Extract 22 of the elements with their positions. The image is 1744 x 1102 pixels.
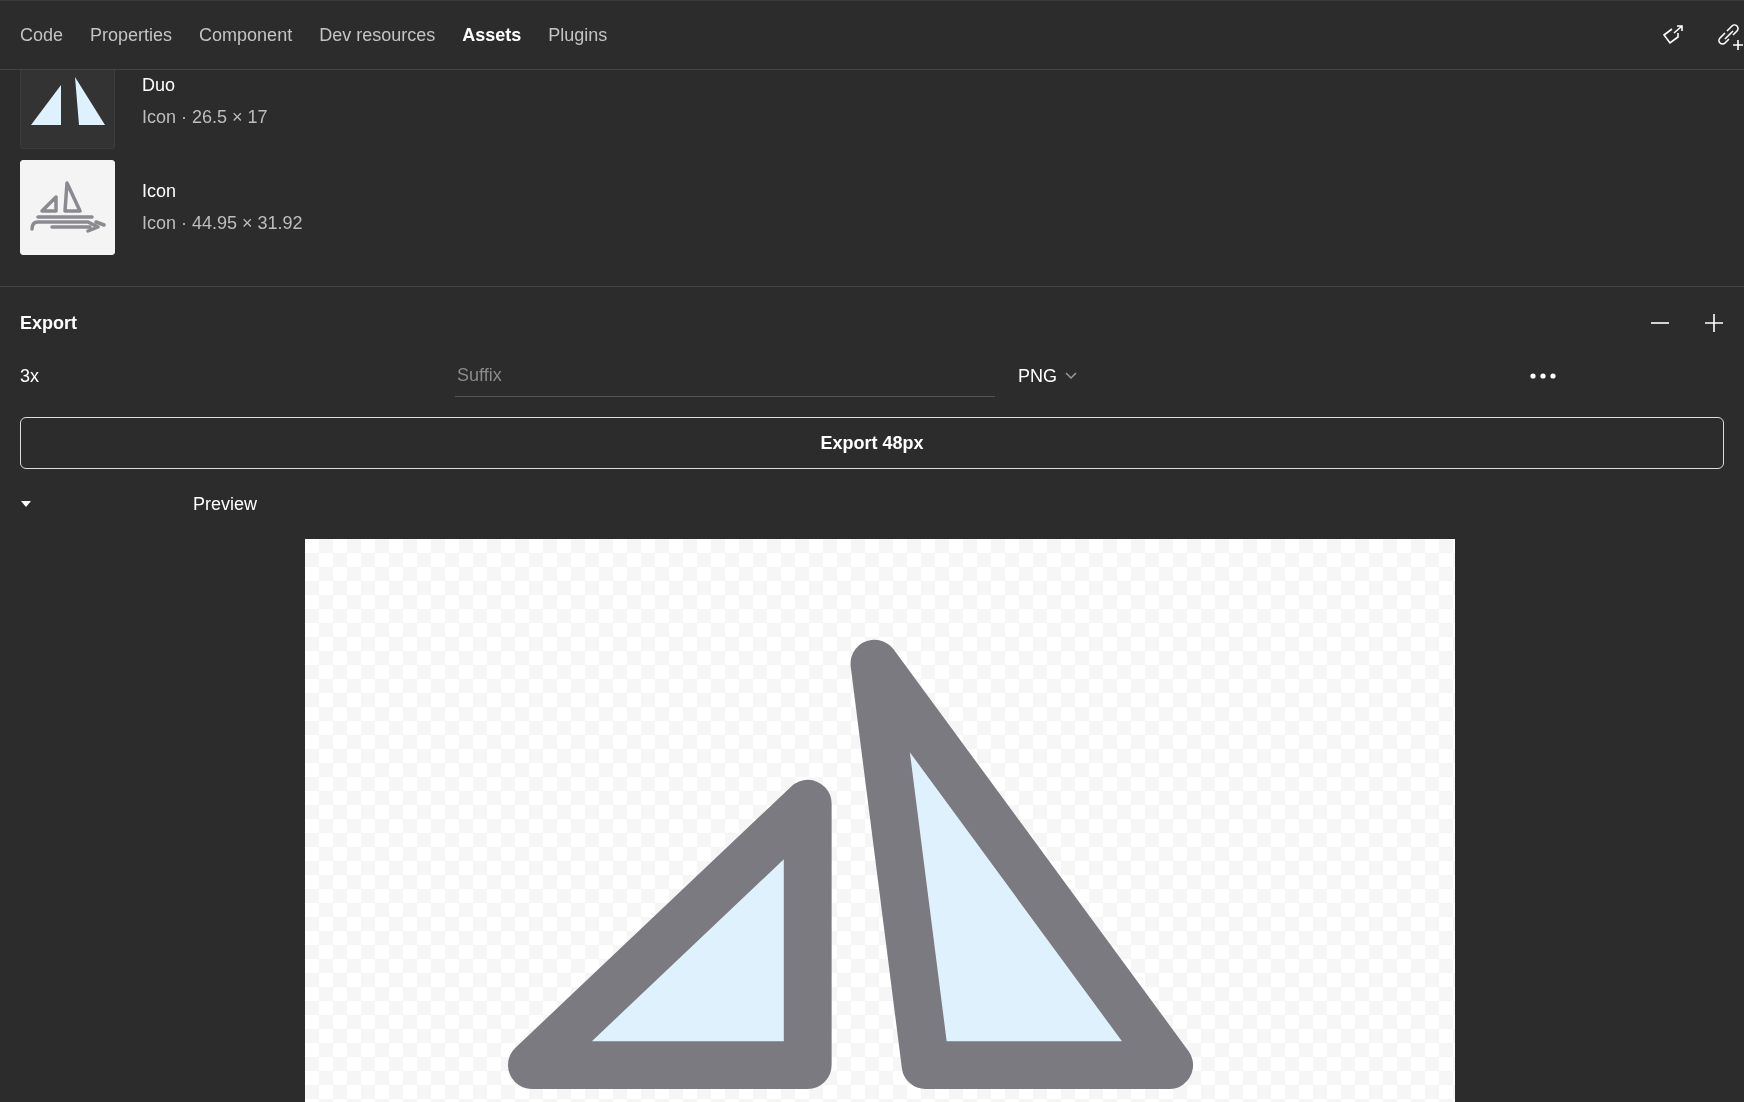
panel-tab[interactable]: Code <box>20 24 64 46</box>
panel-tab[interactable]: Assets <box>462 24 522 46</box>
chevron-down-icon <box>1065 372 1077 380</box>
section-title: Export <box>20 312 78 334</box>
plus-icon[interactable] <box>1704 313 1724 333</box>
asset-details: Icon · 44.95 × 31.92 <box>142 213 303 234</box>
panel-tab[interactable]: Component <box>199 24 293 46</box>
sailboat-icon <box>29 180 106 235</box>
asset-name: Duo <box>142 75 177 96</box>
panel-tab[interactable]: Plugins <box>548 24 608 46</box>
panel-tab[interactable]: Dev resources <box>319 24 436 46</box>
sails-icon <box>30 76 105 127</box>
more-icon[interactable] <box>1530 373 1556 379</box>
scale-value[interactable]: 3x <box>20 365 455 387</box>
tag-arrow-icon[interactable] <box>1662 24 1684 46</box>
asset-name: Icon <box>142 181 178 202</box>
preview-label: Preview <box>193 493 258 515</box>
panel-tab[interactable]: Properties <box>90 24 173 46</box>
export-button[interactable]: Export 48px <box>20 417 1724 469</box>
format-dropdown[interactable]: PNG <box>1018 365 1530 387</box>
asset-details: Icon · 26.5 × 17 <box>142 107 268 128</box>
suffix-field[interactable]: Suffix <box>455 355 995 397</box>
